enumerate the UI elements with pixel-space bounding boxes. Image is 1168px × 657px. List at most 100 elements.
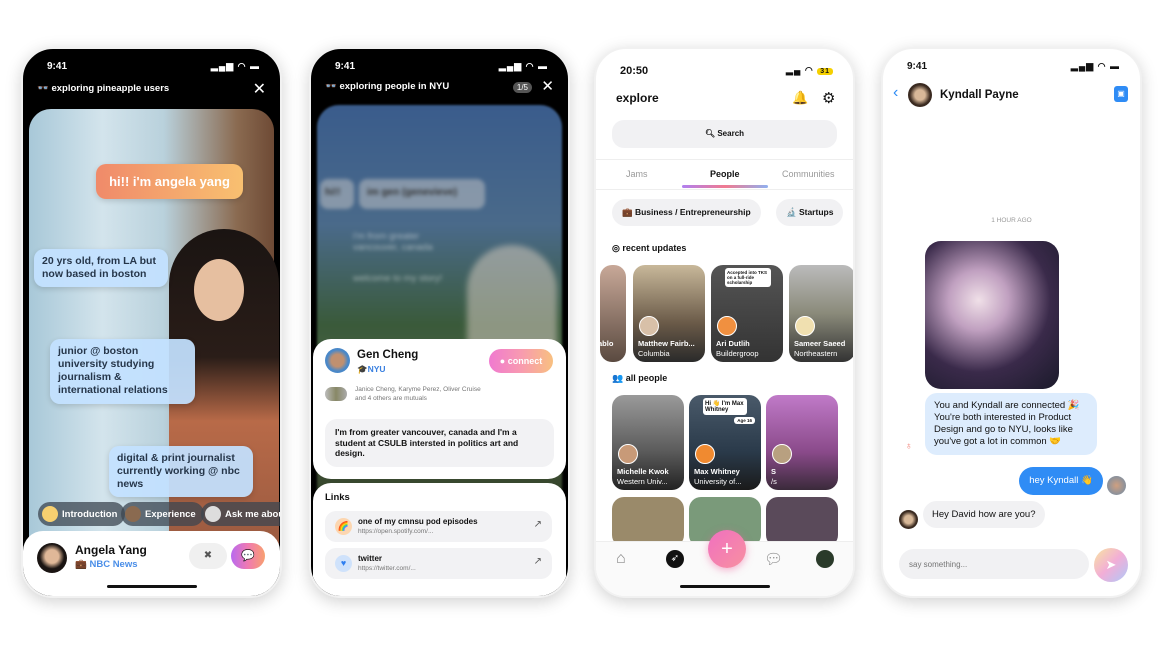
briefcase-icon xyxy=(125,506,141,522)
message-button[interactable]: 💬 xyxy=(231,543,265,569)
story-title: exploring people in NYU xyxy=(339,81,450,92)
profile-name: Gen Cheng xyxy=(357,349,419,361)
timestamp: 1 HOUR AGO xyxy=(991,217,1032,224)
status-icons: ▂▄▆ ◠ ▬ xyxy=(210,61,260,71)
active-tab-indicator xyxy=(682,185,768,188)
home-icon[interactable]: ⌂ xyxy=(616,550,626,568)
back-chevron-icon[interactable]: ‹ xyxy=(893,84,898,102)
face xyxy=(194,259,244,321)
link-url: https://twitter.com/... xyxy=(358,565,416,572)
link-twitter[interactable]: ♥ twitter https://twitter.com/... ↗ xyxy=(325,548,552,579)
tab-people[interactable]: People xyxy=(710,169,740,179)
chip-ask-me-about[interactable]: Ask me about xyxy=(201,502,280,526)
system-message: You and Kyndall are connected 🎉 You're b… xyxy=(925,393,1097,455)
card-caption: Hi 👋 I'm Max Whitney xyxy=(703,398,747,415)
external-arrow-icon: ↗ xyxy=(533,556,542,567)
divider xyxy=(596,189,853,190)
status-time: 9:41 xyxy=(335,61,356,72)
search-icon: 🔍︎ xyxy=(704,129,718,138)
status-icons: ▂▄▆ ◠ ▬ xyxy=(498,61,548,71)
connect-button[interactable]: ● connect xyxy=(489,349,553,373)
search-input[interactable]: 🔍︎ Search xyxy=(612,120,837,148)
explore-compass-icon[interactable]: ➶ xyxy=(666,550,684,568)
chat-icon[interactable]: 💬︎ xyxy=(764,550,783,568)
profile-card-icon[interactable]: ▣ xyxy=(1114,86,1128,102)
tab-jams[interactable]: Jams xyxy=(626,169,648,179)
recent-card[interactable]: Accepted into TKS on a full-ride scholar… xyxy=(711,265,783,362)
mutuals-names: Janice Cheng, Karyme Perez, Oliver Cruis… xyxy=(355,386,481,393)
person-card[interactable]: Hi 👋 I'm Max Whitney Age 16 Max Whitney Uni… xyxy=(689,395,761,490)
person-card[interactable] xyxy=(612,497,684,547)
recent-card[interactable]: Sameer Saeed Northeastern xyxy=(789,265,853,362)
external-arrow-icon: ↗ xyxy=(533,519,542,530)
message-input[interactable] xyxy=(899,549,1089,579)
settings-gear-icon[interactable]: ⚙ xyxy=(822,89,835,107)
home-indicator xyxy=(679,585,770,588)
graduation-cap-icon: 🎓 xyxy=(357,364,368,374)
bell-icon[interactable]: 🔔 xyxy=(792,90,808,106)
tab-communities[interactable]: Communities xyxy=(782,169,835,179)
contact-avatar[interactable] xyxy=(908,83,932,107)
wave-icon xyxy=(42,506,58,522)
close-icon[interactable]: ✕ xyxy=(253,79,266,99)
briefcase-icon: 💼 xyxy=(75,559,90,570)
avatar xyxy=(639,316,659,336)
person-card[interactable] xyxy=(766,497,838,547)
story-counter: 1/5 xyxy=(512,82,532,93)
received-message: Hey David how are you? xyxy=(923,501,1045,528)
recent-card[interactable]: ablo xyxy=(600,265,626,362)
sent-message: hey Kyndall 👋 xyxy=(1019,467,1103,495)
age-tag: Age 16 xyxy=(734,417,755,424)
avatar xyxy=(772,444,792,464)
mutuals-count: and 4 others are mutuals xyxy=(355,395,427,403)
create-plus-button[interactable]: + xyxy=(708,530,746,568)
story-title: exploring pineapple users xyxy=(51,83,170,94)
profile-company: NBC News xyxy=(89,559,138,570)
pineapple-icon: ♁ xyxy=(905,441,913,452)
blurred-bubble: i'm from greater vancouver, canada xyxy=(353,231,433,253)
send-icon[interactable]: ➤ xyxy=(1094,548,1128,582)
rainbow-icon: 🌈 xyxy=(335,518,352,535)
celebration-gif[interactable] xyxy=(925,241,1059,389)
status-time: 9:41 xyxy=(47,61,68,72)
person-card[interactable]: Michelle Kwok Western Univ... xyxy=(612,395,684,490)
chip-experience[interactable]: Experience xyxy=(121,502,204,526)
binoculars-icon: 👓 xyxy=(37,83,52,94)
links-heading: Links xyxy=(325,492,350,503)
recent-updates-heading: recent updates xyxy=(622,243,687,253)
avatar[interactable] xyxy=(37,543,67,573)
status-icons: ▂▄▆ ◠ ▬ xyxy=(1070,61,1120,71)
recent-icon: ◎ xyxy=(612,243,623,253)
link-spotify[interactable]: 🌈 one of my cmnsu pod episodes https://o… xyxy=(325,511,552,542)
chip-business[interactable]: 💼 Business / Entrepreneurship xyxy=(612,199,761,226)
avatar[interactable] xyxy=(325,348,350,373)
status-time: 20:50 xyxy=(620,65,649,77)
bio-text: I'm from greater vancouver, canada and I… xyxy=(325,419,554,467)
profile-name: Angela Yang xyxy=(75,543,147,557)
recent-card[interactable]: Matthew Fairb... Columbia xyxy=(633,265,705,362)
profile-avatar[interactable] xyxy=(816,550,834,568)
people-icon: 👥 xyxy=(612,373,626,383)
home-indicator xyxy=(106,585,197,588)
close-icon[interactable]: ✕ xyxy=(541,77,554,95)
heart-icon: ♥ xyxy=(335,555,352,572)
page-title: explore xyxy=(616,91,659,105)
card-caption: Accepted into TKS on a full-ride scholar… xyxy=(725,268,771,287)
avatar xyxy=(795,316,815,336)
chip-introduction[interactable]: Introduction xyxy=(38,502,126,526)
story-bubble-job: digital & print journalist currently wor… xyxy=(109,446,253,498)
chip-startups[interactable]: 🔬 Startups xyxy=(776,199,844,226)
blurred-bubble: im gen (genevieve) xyxy=(359,179,485,209)
speech-icon xyxy=(205,506,221,522)
contact-name: Kyndall Payne xyxy=(940,89,1019,101)
story-bubble-school: junior @ boston university studying jour… xyxy=(50,339,195,404)
profile-school: NYU xyxy=(367,364,386,374)
avatar xyxy=(618,444,638,464)
all-people-heading: all people xyxy=(625,373,668,383)
blurred-bubble: hi!! xyxy=(320,179,354,209)
link-title: one of my cmnsu pod episodes xyxy=(358,517,478,526)
profile-footer: Angela Yang 💼 NBC News ✖ 💬 xyxy=(23,531,280,596)
person-card[interactable]: S/s xyxy=(766,395,838,490)
dismiss-button[interactable]: ✖ xyxy=(189,543,227,569)
status-time: 9:41 xyxy=(907,61,928,72)
